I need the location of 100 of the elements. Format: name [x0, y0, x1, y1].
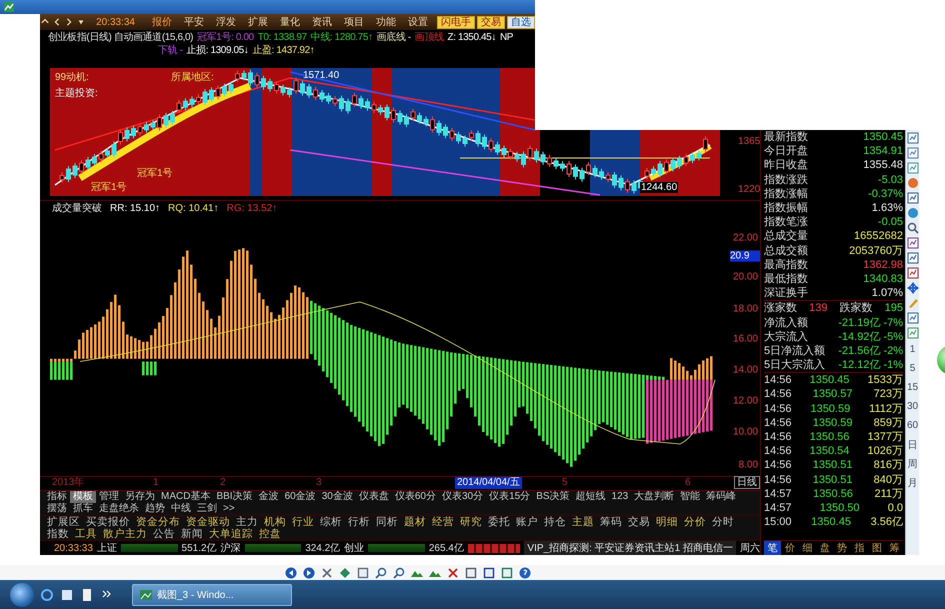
panel-tab[interactable]: 笔	[764, 541, 782, 555]
indicator-tab[interactable]: 仪表30分	[438, 491, 486, 503]
menu-item[interactable]: 报价	[147, 15, 177, 29]
period-button[interactable]: 日	[906, 435, 920, 454]
zoom-out-icon[interactable]	[392, 566, 404, 578]
circle-icon[interactable]	[906, 177, 918, 189]
indicator-tab[interactable]: 大盘判断	[631, 491, 678, 503]
indicator-tab[interactable]: 仪表60分	[392, 491, 439, 503]
panel-tab[interactable]: 指	[850, 541, 868, 555]
previous-icon[interactable]	[284, 566, 296, 578]
panel-tab[interactable]: 价	[781, 541, 799, 555]
action-button[interactable]: 自选	[507, 16, 535, 28]
indicator-tab[interactable]: 模板	[70, 491, 96, 503]
feature-tab[interactable]: 行析	[345, 516, 373, 528]
feature-tab[interactable]: 经营	[429, 516, 457, 528]
indicator-tab[interactable]: 抓车	[70, 503, 96, 515]
back-icon[interactable]	[53, 17, 62, 27]
feature-tab[interactable]: 新闻	[178, 528, 206, 540]
menu-item[interactable]: 设置	[403, 15, 433, 29]
feature-tab[interactable]: 委托	[485, 516, 513, 528]
globe-icon[interactable]	[906, 207, 918, 219]
indicator-tab[interactable]: 另存为	[122, 491, 158, 503]
panel-tab[interactable]: 盘	[816, 541, 834, 555]
feature-tab[interactable]: 研究	[457, 516, 485, 528]
feature-tab[interactable]: 指数	[44, 528, 72, 540]
indicator-tab[interactable]: 筹码峰	[703, 491, 740, 503]
action-button[interactable]: 闪电手	[437, 16, 475, 28]
menu-item[interactable]: 扩展	[243, 15, 273, 29]
feature-tab[interactable]: 主题	[569, 516, 597, 528]
period-button[interactable]: 60	[906, 416, 920, 435]
feature-tab[interactable]: 筹码	[597, 516, 625, 528]
indicator-tab[interactable]: 30金波	[318, 491, 356, 503]
indicator-tab[interactable]: 管理	[96, 491, 122, 503]
search-icon[interactable]	[906, 222, 918, 234]
feature-tab[interactable]: 分价	[681, 516, 709, 528]
feature-tab[interactable]: 交易	[625, 516, 653, 528]
panel-tab[interactable]: 细	[798, 541, 816, 555]
indicator-tab[interactable]: 指标	[44, 491, 70, 503]
menu-item[interactable]: 量化	[275, 15, 305, 29]
menu-item[interactable]: 资讯	[307, 15, 337, 29]
feature-tab[interactable]: 扩展区	[44, 516, 83, 528]
taskbar-task[interactable]: 截图_3 - Windo...	[132, 584, 292, 606]
forward-icon[interactable]	[65, 17, 74, 27]
feature-tab[interactable]: 控盘	[256, 528, 284, 540]
menu-item[interactable]: 浮发	[211, 15, 241, 29]
indicator-tab[interactable]: >>	[220, 503, 238, 515]
feature-tab[interactable]: 题材	[401, 516, 429, 528]
feature-tab[interactable]: 持仓	[541, 516, 569, 528]
period-button[interactable]: 5	[906, 359, 920, 378]
period-button[interactable]: 15	[906, 378, 920, 397]
move-icon[interactable]	[906, 282, 918, 294]
browser-icon[interactable]	[40, 588, 54, 602]
feature-tab[interactable]: 行业	[289, 516, 317, 528]
help-icon[interactable]	[518, 566, 530, 578]
period-button[interactable]: 月	[906, 473, 920, 492]
indicator-tab[interactable]: 60金波	[282, 491, 319, 503]
feature-tab[interactable]: 买卖报价	[83, 516, 133, 528]
start-button[interactable]	[10, 582, 34, 606]
zoom-in-icon[interactable]	[374, 566, 386, 578]
feature-tab[interactable]: 分时	[709, 516, 737, 528]
feature-tab[interactable]: 大单追踪	[206, 528, 256, 540]
indicator-tab[interactable]: 超短线	[572, 491, 609, 503]
next-icon[interactable]	[302, 566, 314, 578]
indicator-tab[interactable]: 仪表15分	[486, 491, 534, 503]
period-button[interactable]: 1	[906, 340, 920, 359]
indicator-tab[interactable]: 金波	[256, 491, 282, 503]
indicator-tab[interactable]: BBI决策	[213, 491, 256, 503]
feature-tab[interactable]: 明细	[653, 516, 681, 528]
indicator-tab[interactable]: 123	[608, 491, 632, 503]
menu-item[interactable]: 平安	[179, 15, 209, 29]
feature-tab[interactable]: 散户主力	[100, 528, 150, 540]
feature-tab[interactable]: 工具	[72, 528, 100, 540]
close-icon[interactable]	[446, 566, 458, 578]
period-button[interactable]: 周	[906, 454, 920, 473]
feature-tab[interactable]: 账户	[513, 516, 541, 528]
feature-tab[interactable]: 主力	[233, 516, 261, 528]
indicator-tab[interactable]: 摆荡	[44, 503, 70, 515]
panel-tab[interactable]: 筹	[886, 541, 903, 555]
menu-item[interactable]: 项目	[339, 15, 369, 29]
indicator-tab[interactable]: MACD基本	[158, 491, 214, 503]
feature-tab[interactable]: 资金分布	[133, 516, 183, 528]
menu-item[interactable]: 功能	[371, 15, 401, 29]
indicator-tab[interactable]: 中线	[168, 503, 194, 515]
panel-tab[interactable]: 图	[868, 541, 886, 555]
indicator-tab[interactable]: 三剑	[194, 503, 220, 515]
feature-tab[interactable]: 资金驱动	[183, 516, 233, 528]
feature-tab[interactable]: 同析	[373, 516, 401, 528]
chart-icon[interactable]	[906, 132, 918, 144]
indicator-tab[interactable]: BS决策	[533, 491, 573, 503]
feature-tab[interactable]: 机构	[261, 516, 289, 528]
period-button[interactable]: 30	[906, 397, 920, 416]
panel-tab[interactable]: 势	[834, 541, 851, 555]
period-label[interactable]: 日线	[734, 476, 760, 489]
feature-tab[interactable]: 公告	[150, 528, 178, 540]
indicator-tab[interactable]: 仪表盘	[356, 491, 392, 503]
feature-tab[interactable]: 综析	[317, 516, 345, 528]
indicator-tab[interactable]: 智能	[677, 491, 704, 503]
chart-icon[interactable]	[906, 327, 918, 339]
action-button[interactable]: 交易	[477, 16, 505, 28]
indicator-tab[interactable]: 走盘绝杀	[96, 503, 142, 515]
